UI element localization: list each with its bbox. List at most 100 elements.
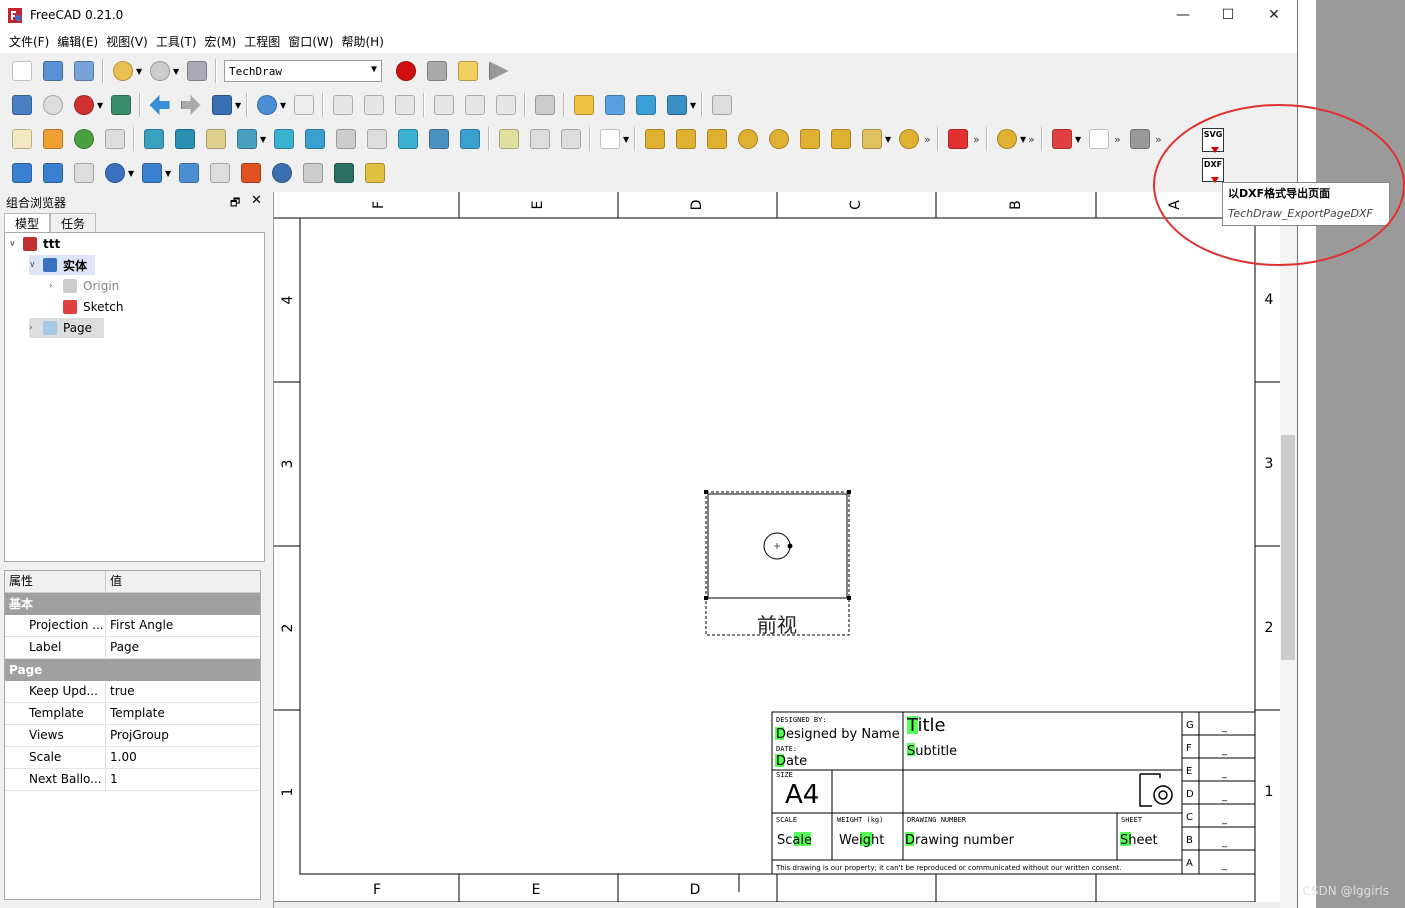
tree-item-origin[interactable]: › Origin bbox=[49, 276, 119, 296]
float-panel-icon[interactable]: 🗗 bbox=[230, 194, 240, 213]
length-dimension-icon[interactable] bbox=[642, 126, 668, 152]
tree-item-sketch[interactable]: Sketch bbox=[63, 297, 123, 317]
insert-default-page-icon[interactable] bbox=[9, 126, 35, 152]
leader-line-icon[interactable] bbox=[40, 160, 66, 186]
fit-selection-icon[interactable] bbox=[40, 92, 66, 118]
hatch-icon[interactable] bbox=[1127, 126, 1153, 152]
title-field[interactable]: Title bbox=[906, 715, 946, 736]
centerline-icon[interactable] bbox=[994, 126, 1020, 152]
insert-view-icon[interactable] bbox=[141, 126, 167, 152]
toolbar-more-icon[interactable]: » bbox=[1155, 133, 1165, 146]
menu-edit[interactable]: 编辑(E) bbox=[57, 31, 106, 53]
vertical-dimension-icon[interactable] bbox=[704, 126, 730, 152]
toolbar-more-icon[interactable]: » bbox=[1114, 133, 1124, 146]
tree-item-page[interactable]: › Page bbox=[29, 318, 105, 338]
tree-item-ttt[interactable]: ∨ ttt bbox=[9, 234, 60, 254]
revision-value[interactable]: _ bbox=[1221, 791, 1228, 802]
scale-field[interactable]: Scale bbox=[777, 833, 812, 848]
bottom-view-icon[interactable] bbox=[462, 92, 488, 118]
image-icon[interactable] bbox=[362, 160, 388, 186]
close-button[interactable]: ✕ bbox=[1252, 4, 1296, 26]
menu-tools[interactable]: 工具(T) bbox=[156, 31, 205, 53]
spreadsheet-view-icon[interactable] bbox=[364, 126, 390, 152]
redraw-page-icon[interactable] bbox=[71, 126, 97, 152]
refresh-icon[interactable] bbox=[184, 58, 210, 84]
active-view-icon[interactable] bbox=[172, 126, 198, 152]
redo-icon[interactable] bbox=[147, 58, 173, 84]
property-row[interactable]: Keep Upd... true bbox=[5, 681, 260, 703]
draw-style-dropdown-icon[interactable]: ▼ bbox=[97, 101, 105, 110]
macro-run-icon[interactable] bbox=[486, 58, 512, 84]
isometric-view-icon[interactable] bbox=[291, 92, 317, 118]
three-point-angle-icon[interactable] bbox=[828, 126, 854, 152]
chevron-down-icon[interactable]: ∨ bbox=[9, 239, 23, 249]
date-field[interactable]: Date bbox=[776, 754, 807, 769]
toolbar-more-icon[interactable]: » bbox=[973, 133, 983, 146]
projection-group-icon[interactable] bbox=[234, 126, 260, 152]
toolbar-more-icon[interactable]: » bbox=[1028, 133, 1038, 146]
toggle-frames-icon[interactable] bbox=[945, 126, 971, 152]
annotation-align-icon[interactable] bbox=[597, 126, 623, 152]
tree-item-body[interactable]: ∨ 实体 bbox=[29, 255, 96, 275]
extent-dropdown-icon[interactable]: ▼ bbox=[885, 135, 893, 144]
balloon-icon[interactable] bbox=[300, 160, 326, 186]
toolbar-more-icon[interactable]: » bbox=[924, 133, 934, 146]
chevron-down-icon[interactable]: ∨ bbox=[29, 260, 43, 270]
clip-add-icon[interactable] bbox=[457, 126, 483, 152]
draft-view-icon[interactable] bbox=[333, 126, 359, 152]
save-document-icon[interactable] bbox=[71, 58, 97, 84]
property-row[interactable]: Label Page bbox=[5, 637, 260, 659]
revision-value[interactable]: _ bbox=[1221, 722, 1228, 733]
property-row[interactable]: Template Template bbox=[5, 703, 260, 725]
property-row[interactable]: Next Ballo... 1 bbox=[5, 769, 260, 791]
cosmetic-eraser-icon[interactable] bbox=[207, 160, 233, 186]
whats-this-icon[interactable] bbox=[709, 92, 735, 118]
revision-value[interactable]: _ bbox=[1221, 768, 1228, 779]
undo-icon[interactable] bbox=[110, 58, 136, 84]
measure-distance-icon[interactable] bbox=[532, 92, 558, 118]
link-dimension-icon[interactable] bbox=[896, 126, 922, 152]
maximize-button[interactable]: ☐ bbox=[1206, 4, 1250, 26]
detail-view-icon[interactable] bbox=[302, 126, 328, 152]
fit-all-icon[interactable] bbox=[9, 92, 35, 118]
chevron-right-icon[interactable]: › bbox=[49, 281, 63, 291]
drawing-view[interactable]: F E D C B A F E D 4 3 2 1 4 3 2 1 前视 DES… bbox=[273, 192, 1280, 908]
center-dropdown-icon[interactable]: ▼ bbox=[165, 169, 173, 178]
arch-view-icon[interactable] bbox=[395, 126, 421, 152]
cosmetic-vertex-icon[interactable] bbox=[102, 160, 128, 186]
insert-symbol-icon[interactable] bbox=[203, 126, 229, 152]
left-view-icon[interactable] bbox=[493, 92, 519, 118]
subtitle-field[interactable]: Subtitle bbox=[907, 744, 957, 759]
draw-style-icon[interactable] bbox=[71, 92, 97, 118]
top-view-icon[interactable] bbox=[361, 92, 387, 118]
property-row[interactable]: Views ProjGroup bbox=[5, 725, 260, 747]
geometric-hatch-icon[interactable] bbox=[331, 160, 357, 186]
menu-macro[interactable]: 宏(M) bbox=[205, 31, 245, 53]
clip-remove-icon[interactable] bbox=[496, 126, 522, 152]
revision-value[interactable]: _ bbox=[1221, 745, 1228, 756]
section-view-icon[interactable] bbox=[271, 126, 297, 152]
menu-help[interactable]: 帮助(H) bbox=[341, 31, 391, 53]
annotation-text-icon[interactable] bbox=[9, 160, 35, 186]
sheet-field[interactable]: Sheet bbox=[1120, 833, 1158, 848]
clip-minus-icon[interactable] bbox=[558, 126, 584, 152]
chevron-right-icon[interactable]: › bbox=[29, 323, 43, 333]
back-arrow-icon[interactable] bbox=[147, 92, 173, 118]
designed-by-field[interactable]: Designed by Name bbox=[776, 727, 900, 742]
vertical-scroll-thumb[interactable] bbox=[1281, 435, 1295, 660]
property-row[interactable]: Scale 1.00 bbox=[5, 747, 260, 769]
property-group-page[interactable]: Page bbox=[5, 659, 260, 681]
bounding-box-icon[interactable] bbox=[108, 92, 134, 118]
property-row[interactable]: Projection ... First Angle bbox=[5, 615, 260, 637]
show-all-icon[interactable] bbox=[269, 160, 295, 186]
print-all-pages-icon[interactable] bbox=[102, 126, 128, 152]
macro-record-icon[interactable] bbox=[393, 58, 419, 84]
forward-arrow-icon[interactable] bbox=[178, 92, 204, 118]
angle-dimension-icon[interactable] bbox=[797, 126, 823, 152]
macro-edit-icon[interactable] bbox=[455, 58, 481, 84]
create-group-icon[interactable] bbox=[602, 92, 628, 118]
size-field[interactable]: A4 bbox=[785, 780, 819, 810]
right-view-icon[interactable] bbox=[392, 92, 418, 118]
weld-symbol-icon[interactable] bbox=[1049, 126, 1075, 152]
std-views-dropdown-icon[interactable]: ▼ bbox=[235, 101, 243, 110]
